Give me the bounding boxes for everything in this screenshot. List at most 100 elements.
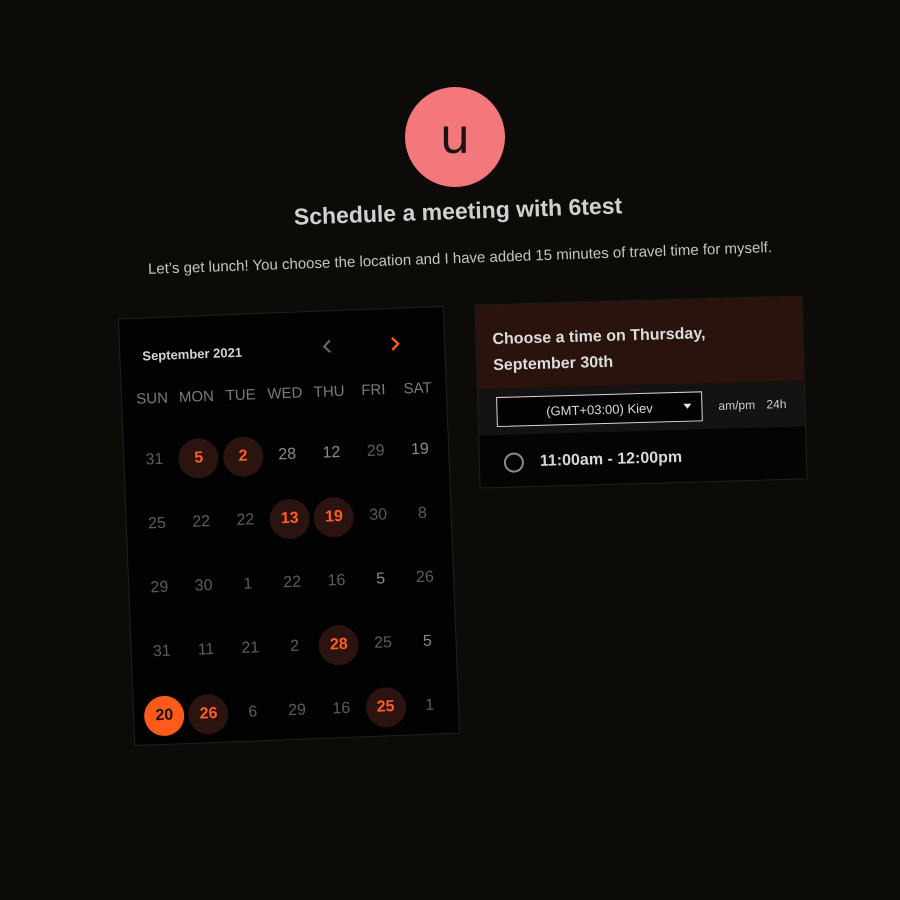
weekday-label: SAT — [403, 379, 433, 398]
unavailable-day: 31 — [145, 450, 164, 469]
avatar-letter: u — [439, 109, 471, 165]
unavailable-day: 30 — [194, 576, 213, 595]
weekday-label: WED — [267, 384, 303, 403]
timezone-value: (GMT+03:00) Kiev — [545, 400, 653, 419]
calendar-cell: 11 — [183, 617, 230, 683]
unavailable-day: 30 — [368, 506, 388, 524]
unavailable-day: 16 — [327, 571, 346, 590]
calendar-cell: 28 — [264, 422, 311, 488]
time-slot[interactable]: 11:00am - 12:00pm — [479, 430, 806, 485]
calendar-cell: 29 — [136, 555, 183, 621]
unavailable-day: 22 — [191, 513, 211, 531]
unavailable-day: 16 — [332, 699, 351, 718]
unavailable-day: 19 — [410, 440, 430, 459]
unavailable-day: 26 — [415, 568, 435, 587]
next-month-button[interactable] — [384, 332, 407, 355]
calendar-cell: 31 — [139, 619, 186, 685]
weekday-label: MON — [178, 387, 215, 407]
calendar-cell: 28 — [316, 612, 363, 678]
calendar-cell: 26 — [402, 545, 449, 611]
calendar-cell: 2 — [271, 614, 318, 680]
unavailable-day: 25 — [147, 514, 167, 533]
unavailable-day: 11 — [197, 640, 215, 659]
time-picker-heading: Choose a time on Thursday, September 30t… — [492, 325, 706, 375]
caret-down-icon — [683, 403, 692, 409]
host-avatar: u — [405, 87, 505, 187]
calendar-cell: 19 — [311, 484, 358, 550]
available-day[interactable]: 2 — [222, 435, 264, 478]
prev-month-button[interactable] — [316, 335, 339, 358]
unavailable-day: 5 — [375, 570, 386, 588]
weekday-header: SUN MON TUE WED THU FRI SAT — [130, 379, 440, 408]
unavailable-day: 28 — [278, 445, 297, 464]
unavailable-day: 5 — [422, 632, 433, 650]
booking-page: u Schedule a meeting with 6test Let’s ge… — [0, 0, 900, 900]
chevron-right-icon — [391, 337, 400, 351]
available-day[interactable]: 13 — [268, 498, 311, 540]
time-slot-label: 11:00am - 12:00pm — [539, 448, 683, 470]
available-day[interactable]: 28 — [318, 624, 360, 666]
available-day[interactable]: 19 — [313, 496, 355, 539]
unavailable-day: 29 — [366, 442, 385, 460]
calendar-cell: 26 — [185, 681, 232, 747]
unavailable-day: 12 — [322, 443, 341, 462]
calendar-cell: 5 — [175, 426, 222, 492]
radio-icon — [503, 452, 525, 473]
unavailable-day: 8 — [417, 504, 428, 523]
time-picker-card: Choose a time on Thursday, September 30t… — [474, 295, 808, 489]
calendar-card: September 2021 SUN MON TUE WED THU FRI SAT 31 5… — [117, 305, 461, 749]
calendar-cell: 22 — [178, 490, 225, 556]
unavailable-day: 22 — [236, 511, 255, 530]
weekday-label: TUE — [225, 386, 256, 405]
time-format-toggle: am/pm 24h — [718, 397, 786, 413]
available-day[interactable]: 25 — [364, 686, 407, 729]
unavailable-day: 29 — [150, 578, 169, 597]
unavailable-day: 31 — [152, 642, 172, 661]
unavailable-day: 29 — [287, 701, 307, 720]
unavailable-day: 22 — [282, 573, 302, 592]
unavailable-day: 6 — [248, 703, 258, 721]
calendar-cell: 16 — [318, 676, 365, 742]
chevron-left-icon — [322, 339, 332, 354]
month-label: September 2021 — [142, 344, 243, 364]
calendar-cell: 6 — [229, 680, 276, 746]
calendar-grid: 31 5 2 28 12 29 19 25 22 22 13 19 30 8 29 30 1 22 16 5 26 31 1… — [131, 417, 453, 749]
weekday-label: FRI — [360, 381, 386, 400]
calendar-cell: 20 — [141, 683, 188, 749]
calendar-cell: 16 — [313, 548, 360, 614]
calendar-cell: 30 — [180, 553, 227, 619]
available-day[interactable]: 26 — [187, 693, 230, 735]
format-12h-option[interactable]: am/pm — [718, 398, 755, 413]
time-picker-header: Choose a time on Thursday, September 30t… — [475, 296, 804, 390]
calendar-cell: 21 — [227, 616, 274, 682]
calendar-cell: 25 — [134, 491, 181, 557]
weekday-label: SUN — [135, 389, 169, 408]
calendar-cell: 25 — [360, 611, 407, 677]
weekday-label: THU — [313, 382, 345, 401]
unavailable-day: 21 — [241, 639, 260, 657]
calendar-cell: 1 — [406, 673, 453, 739]
page-title: Schedule a meeting with 6test — [293, 192, 623, 230]
calendar-cell: 12 — [308, 420, 355, 486]
unavailable-day: 25 — [373, 634, 393, 652]
format-24h-option[interactable]: 24h — [766, 397, 786, 412]
calendar-cell: 30 — [355, 483, 402, 549]
calendar-cell: 13 — [266, 486, 313, 552]
event-description: Let’s get lunch! You choose the location… — [147, 239, 773, 278]
calendar-cell: 19 — [397, 417, 444, 483]
calendar-cell: 2 — [220, 424, 267, 490]
unavailable-day: 1 — [243, 575, 253, 593]
calendar-cell: 31 — [131, 427, 178, 493]
calendar-cell: 25 — [362, 675, 409, 741]
calendar-cell: 1 — [225, 552, 272, 618]
calendar-cell: 29 — [274, 678, 321, 744]
timezone-select[interactable]: (GMT+03:00) Kiev — [496, 391, 703, 428]
unavailable-day: 2 — [289, 637, 300, 656]
calendar-cell: 5 — [357, 547, 404, 613]
calendar-cell: 5 — [404, 609, 451, 675]
available-day[interactable]: 5 — [178, 437, 220, 480]
selected-day[interactable]: 20 — [143, 695, 186, 737]
unavailable-day: 1 — [425, 696, 435, 714]
calendar-cell: 8 — [399, 481, 446, 547]
calendar-cell: 29 — [352, 419, 399, 485]
